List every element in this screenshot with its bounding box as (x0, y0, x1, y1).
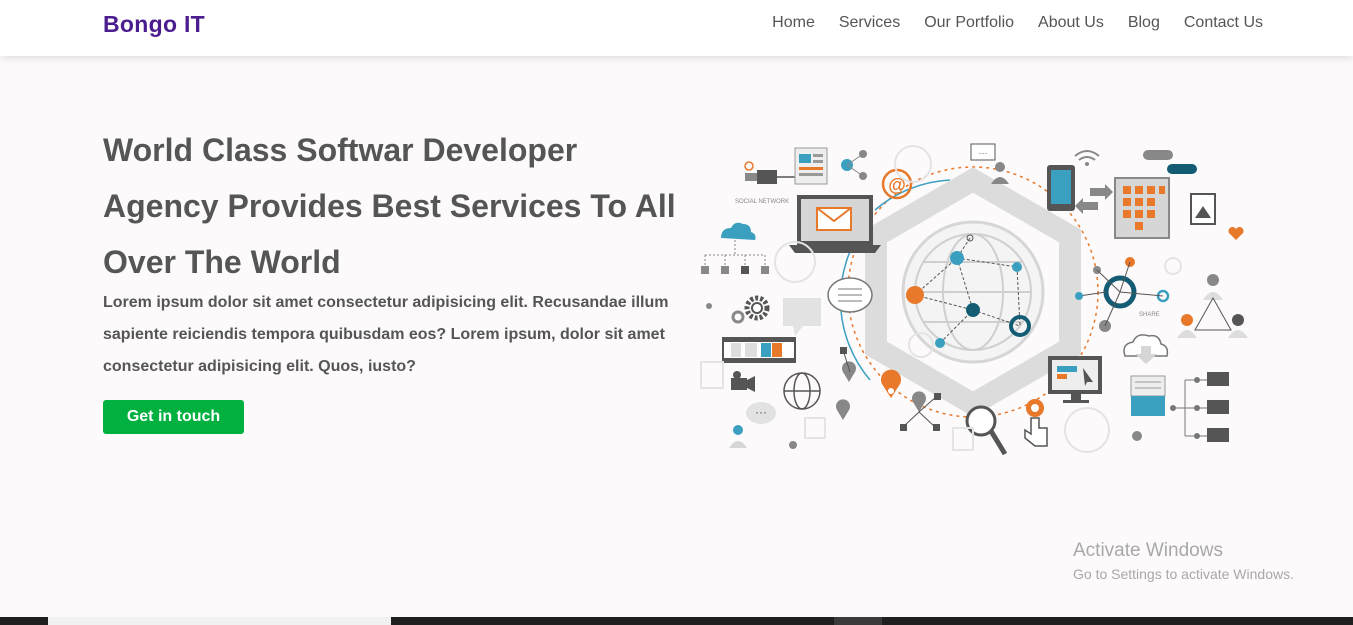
share-label: SHARE (1139, 312, 1160, 318)
pointer-hand-icon (1024, 399, 1048, 447)
nav-blog-link[interactable]: Blog (1128, 14, 1160, 32)
folder-tree-icon (1170, 372, 1229, 442)
taskbar-thumbnail[interactable] (48, 617, 391, 625)
hero-text-line: consectetur adipisicing elit. Quos, iust… (103, 358, 416, 375)
brand-logo[interactable]: Bongo IT (103, 11, 205, 38)
get-in-touch-button[interactable]: Get in touch (103, 400, 244, 434)
nav-home-link[interactable]: Home (772, 14, 815, 32)
globe-icon (783, 372, 821, 410)
app-grid-icon (1114, 177, 1170, 239)
share-network-icon: SHARE (1075, 257, 1170, 332)
nav-about-link[interactable]: About Us (1038, 14, 1104, 32)
chat-bubble-icon (783, 298, 821, 336)
newspaper-icon (794, 147, 828, 185)
svg-text:···: ··· (979, 148, 988, 158)
nav-portfolio-link[interactable]: Our Portfolio (924, 14, 1014, 32)
taskbar (0, 617, 1353, 625)
taskbar-button[interactable] (834, 617, 882, 625)
monitor-icon (1048, 356, 1102, 403)
hero-description: Lorem ipsum dolor sit amet consectetur a… (103, 287, 683, 383)
hero-title: World Class Softwar Developer Agency Pro… (103, 122, 693, 290)
nav-services-link[interactable]: Services (839, 14, 900, 32)
activate-windows-title: Activate Windows (1073, 540, 1223, 561)
activate-windows-subtitle: Go to Settings to activate Windows. (1073, 566, 1294, 582)
social-network-label: SOCIAL NETWORK (735, 199, 789, 205)
nav-contact-link[interactable]: Contact Us (1184, 14, 1263, 32)
hero-text-line: Lorem ipsum dolor sit amet consectetur a… (103, 294, 669, 311)
film-strip-icon (722, 337, 796, 363)
server-icon (1130, 375, 1166, 416)
gear-icon (731, 295, 770, 324)
user-chat-icon: ··· (729, 402, 776, 448)
speech-bubbles-icon (1143, 150, 1197, 174)
network-illustration: @ SOCIAL NETWORK ··· ··· SHARE (700, 143, 1248, 456)
tablet-icon (1047, 165, 1075, 211)
photo-frame-icon (1190, 193, 1216, 225)
svg-text:···: ··· (755, 405, 767, 419)
team-icon (1177, 274, 1248, 338)
hero-title-line: Over The World (103, 244, 341, 280)
navbar: Bongo IT Home Services Our Portfolio Abo… (0, 0, 1353, 56)
heart-icon (1228, 226, 1244, 240)
share-nodes-icon (841, 150, 867, 180)
hero-text-line: sapiente reiciendis tempora quibusdam eo… (103, 326, 665, 343)
video-camera-icon (731, 371, 755, 392)
hero-title-line: Agency Provides Best Services To All (103, 188, 676, 224)
nav-menu: Home Services Our Portfolio About Us Blo… (772, 14, 1263, 32)
hero-title-line: World Class Softwar Developer (103, 132, 578, 168)
wifi-icon (1074, 150, 1100, 166)
cloud-download-icon (1123, 334, 1169, 364)
document-bubble-icon (827, 277, 873, 313)
usb-cable-icon (745, 170, 795, 184)
sync-arrows-icon (1075, 184, 1113, 214)
